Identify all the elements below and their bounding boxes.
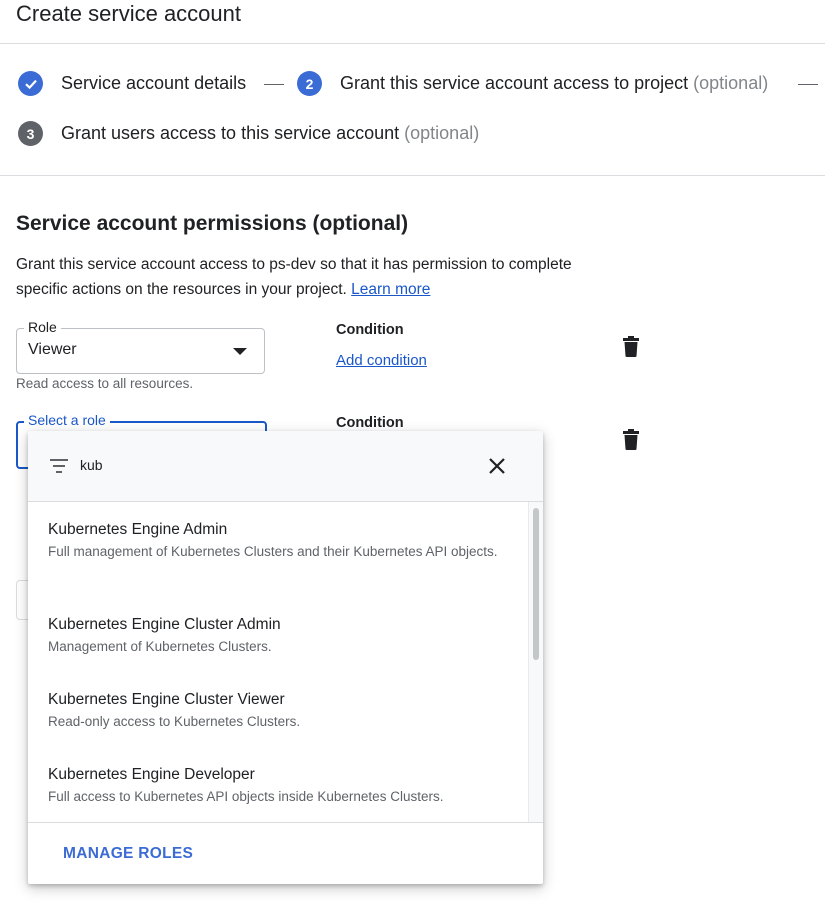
role-option-title: Kubernetes Engine Admin bbox=[48, 521, 228, 538]
role-option[interactable]: Kubernetes Engine Cluster Viewer Read-on… bbox=[48, 690, 518, 732]
condition-label: Condition bbox=[336, 415, 404, 431]
section-description: Grant this service account access to ps-… bbox=[16, 252, 626, 302]
role-option-title: Kubernetes Engine Developer bbox=[48, 766, 255, 783]
scrollbar-thumb[interactable] bbox=[533, 508, 539, 660]
role-picker-footer: MANAGE ROLES bbox=[28, 822, 543, 884]
section-title: Service account permissions (optional) bbox=[16, 212, 409, 235]
description-text: Grant this service account access to ps-… bbox=[16, 256, 572, 298]
step-2[interactable]: 2 Grant this service account access to p… bbox=[297, 71, 768, 96]
stepper-divider bbox=[0, 175, 825, 176]
role-picker-dropdown: kub Kubernetes Engine Admin Full managem… bbox=[28, 431, 543, 884]
step-3-number: 3 bbox=[18, 121, 43, 146]
role-option-description: Full management of Kubernetes Clusters a… bbox=[48, 544, 498, 559]
manage-roles-button[interactable]: MANAGE ROLES bbox=[63, 845, 193, 863]
page-title: Create service account bbox=[16, 1, 241, 26]
role-filter-input[interactable]: kub bbox=[80, 457, 103, 473]
role-option-title: Kubernetes Engine Cluster Admin bbox=[48, 616, 281, 633]
add-condition-link[interactable]: Add condition bbox=[336, 352, 427, 369]
step-3-optional: (optional) bbox=[404, 123, 480, 143]
learn-more-link[interactable]: Learn more bbox=[351, 281, 430, 298]
role-option-description: Management of Kubernetes Clusters. bbox=[48, 639, 272, 654]
step-3-label: Grant users access to this service accou… bbox=[61, 123, 400, 143]
role-list: Kubernetes Engine Admin Full management … bbox=[28, 502, 543, 822]
header-divider bbox=[0, 43, 825, 44]
check-icon bbox=[18, 71, 43, 96]
trash-icon[interactable] bbox=[622, 429, 640, 451]
step-2-number: 2 bbox=[297, 71, 322, 96]
step-3[interactable]: 3 Grant users access to this service acc… bbox=[18, 121, 479, 146]
role-option-description: Read-only access to Kubernetes Clusters. bbox=[48, 714, 301, 729]
role-option-description: Full access to Kubernetes API objects in… bbox=[48, 789, 444, 804]
filter-icon bbox=[50, 459, 68, 473]
step-connector bbox=[264, 84, 284, 85]
trash-icon[interactable] bbox=[622, 336, 640, 358]
role-value: Viewer bbox=[28, 341, 77, 358]
step-2-label: Grant this service account access to pro… bbox=[340, 73, 689, 93]
close-icon[interactable] bbox=[488, 457, 506, 475]
caret-down-icon bbox=[233, 348, 247, 355]
role-select-viewer[interactable]: Role Viewer bbox=[16, 319, 265, 374]
step-1-label: Service account details bbox=[61, 73, 247, 93]
condition-label: Condition bbox=[336, 322, 404, 338]
scrollbar[interactable] bbox=[528, 502, 543, 822]
role-option[interactable]: Kubernetes Engine Cluster Admin Manageme… bbox=[48, 615, 518, 657]
role-picker-header: kub bbox=[28, 431, 543, 502]
role-option[interactable]: Kubernetes Engine Admin Full management … bbox=[48, 520, 518, 562]
role-hint: Read access to all resources. bbox=[16, 376, 194, 391]
role-option[interactable]: Kubernetes Engine Developer Full access … bbox=[48, 765, 518, 807]
role-option-title: Kubernetes Engine Cluster Viewer bbox=[48, 691, 285, 708]
select-role-label: Select a role bbox=[24, 412, 110, 428]
step-1[interactable]: Service account details bbox=[18, 71, 246, 96]
role-field-label: Role bbox=[24, 319, 61, 335]
step-connector bbox=[798, 84, 818, 85]
step-2-optional: (optional) bbox=[693, 73, 769, 93]
